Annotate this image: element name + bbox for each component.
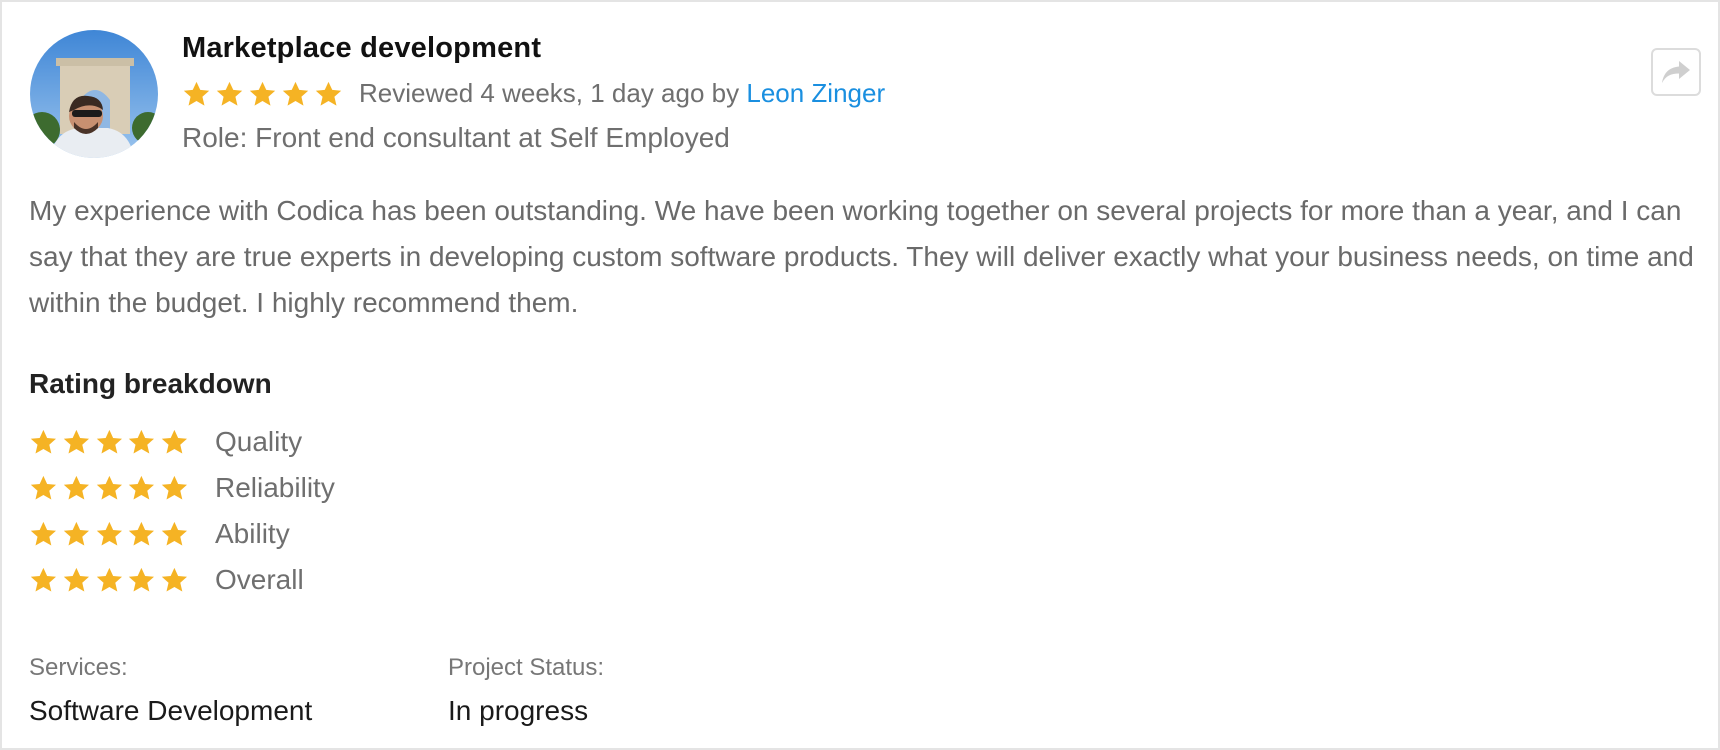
reliability-label: Reliability <box>215 472 335 503</box>
star-icon <box>63 475 89 500</box>
star-icon <box>63 429 89 454</box>
overall-stars <box>29 566 189 595</box>
rating-row-overall: Overall <box>29 563 304 597</box>
avatar[interactable] <box>30 30 158 158</box>
star-icon <box>63 567 89 592</box>
rating-row-reliability: Reliability <box>29 471 335 505</box>
star-icon <box>96 521 122 546</box>
star-icon <box>30 475 56 500</box>
reviewed-text: Reviewed 4 weeks, 1 day ago by <box>359 78 740 108</box>
star-icon <box>315 81 342 106</box>
services-label: Services: <box>29 654 128 681</box>
star-icon <box>183 81 210 106</box>
star-icon <box>129 567 155 592</box>
star-icon <box>129 475 155 500</box>
star-icon <box>161 521 188 546</box>
avatar-photo <box>30 30 158 158</box>
star-icon <box>30 567 56 592</box>
reliability-stars <box>29 474 189 503</box>
review-meta: Reviewed 4 weeks, 1 day ago by Leon Zing… <box>359 78 885 109</box>
project-status-label: Project Status: <box>448 654 605 681</box>
breakdown-title: Rating breakdown <box>29 368 272 399</box>
review-stars <box>182 80 343 109</box>
reviewer-role: Role: Front end consultant at Self Emplo… <box>182 122 730 153</box>
star-icon <box>161 429 188 454</box>
star-icon <box>216 81 243 106</box>
rating-row-ability: Ability <box>29 517 290 551</box>
overall-label: Overall <box>215 564 304 595</box>
star-icon <box>249 81 276 106</box>
rating-row-quality: Quality <box>29 425 302 459</box>
star-icon <box>96 475 122 500</box>
ability-label: Ability <box>215 518 290 549</box>
quality-stars <box>29 428 189 457</box>
ability-stars <box>29 520 189 549</box>
reviewer-link[interactable]: Leon Zinger <box>746 78 885 108</box>
star-icon <box>63 521 89 546</box>
star-icon <box>96 429 122 454</box>
project-status-value: In progress <box>448 695 589 726</box>
review-title: Marketplace development <box>182 32 542 64</box>
share-button[interactable] <box>1651 48 1701 96</box>
share-icon <box>1662 61 1690 83</box>
quality-label: Quality <box>215 426 303 457</box>
star-icon <box>161 475 188 500</box>
star-icon <box>96 567 122 592</box>
star-icon <box>282 81 309 106</box>
star-icon <box>129 429 155 454</box>
star-icon <box>30 521 56 546</box>
star-icon <box>161 567 188 592</box>
star-icon <box>30 429 56 454</box>
star-icon <box>129 521 155 546</box>
services-value: Software Development <box>29 695 313 726</box>
review-card: Marketplace development Reviewed 4 weeks… <box>0 0 1720 750</box>
review-body: My experience with Codica has been outst… <box>29 195 1694 318</box>
